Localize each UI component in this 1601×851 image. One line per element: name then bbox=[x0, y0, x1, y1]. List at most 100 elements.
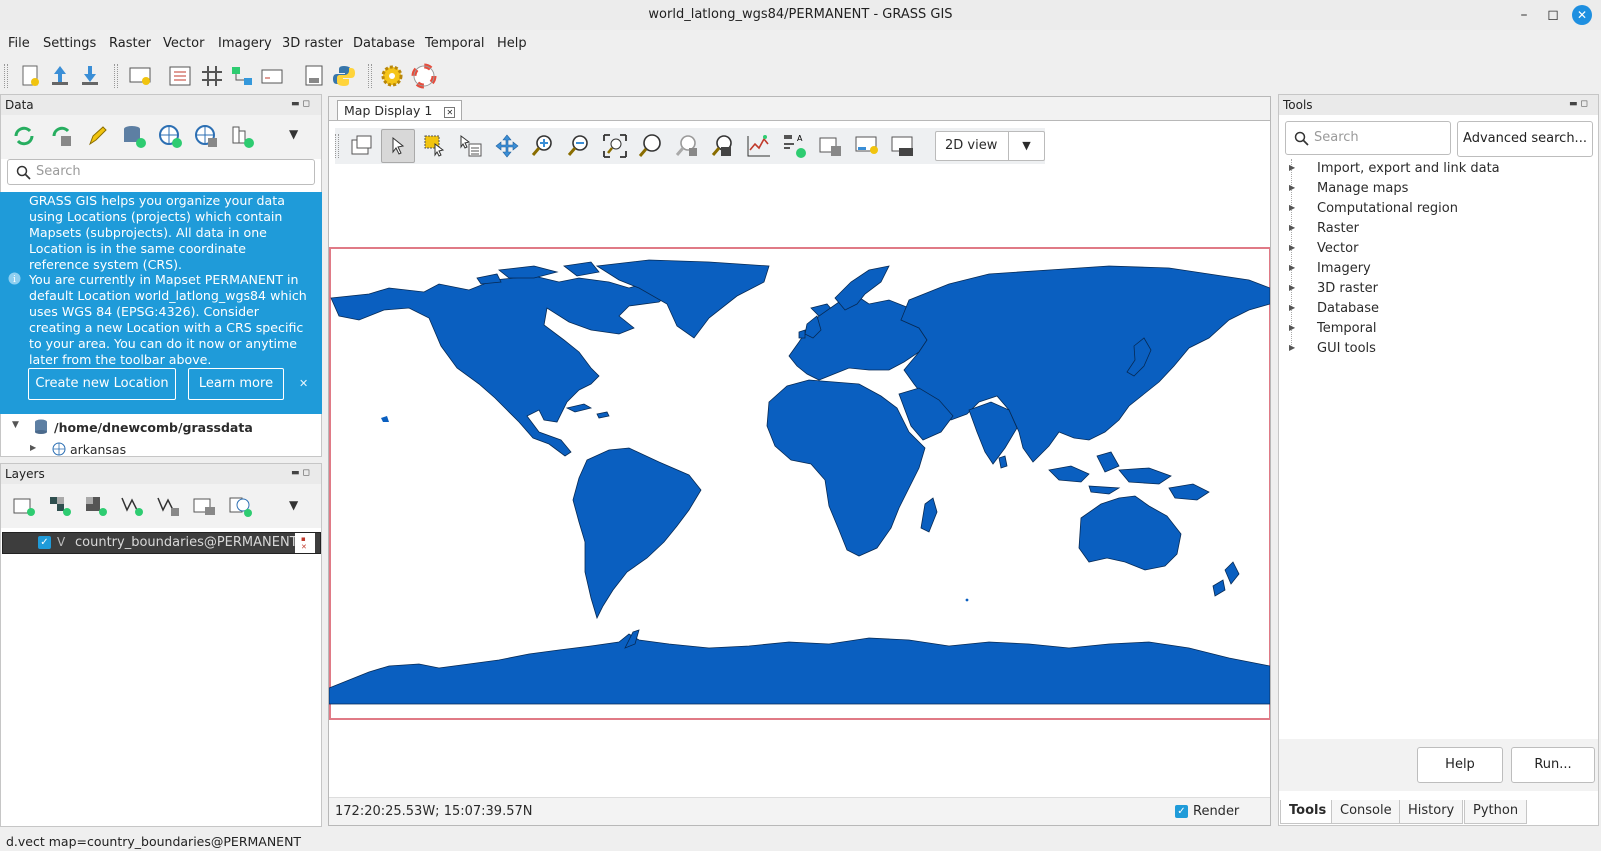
add-vector-icon[interactable] bbox=[119, 494, 145, 518]
dismiss-info-close-icon[interactable]: ✕ bbox=[299, 376, 308, 392]
analyze-map-icon[interactable] bbox=[745, 132, 773, 160]
tree-root-path[interactable]: /home/dnewcomb/grassdata bbox=[54, 420, 253, 435]
menu-3d-raster[interactable]: 3D raster bbox=[282, 36, 343, 51]
zoom-out-icon[interactable] bbox=[565, 132, 593, 160]
print-display-icon[interactable] bbox=[853, 132, 881, 160]
create-location-icon[interactable] bbox=[157, 123, 183, 149]
dock-controls[interactable]: ▬ ◻ bbox=[1569, 99, 1588, 109]
render-checkbox[interactable]: ✓ bbox=[1175, 805, 1188, 818]
tool-category-item[interactable]: ▶ Import, export and link data bbox=[1287, 161, 1587, 181]
tool-category-item[interactable]: ▶ Temporal bbox=[1287, 321, 1587, 341]
tab-python[interactable]: Python bbox=[1464, 800, 1528, 824]
more-menu-chevron-icon[interactable]: ▼ bbox=[289, 498, 298, 512]
menu-raster[interactable]: Raster bbox=[109, 36, 151, 51]
reload-icon[interactable] bbox=[11, 123, 37, 149]
tab-console[interactable]: Console bbox=[1331, 800, 1401, 824]
tools-search-input[interactable]: Search bbox=[1285, 121, 1451, 155]
layer-properties-icon[interactable]: ▪ ✕ bbox=[295, 533, 315, 553]
tab-map-display-1[interactable]: Map Display 1 ✕ bbox=[337, 100, 463, 120]
graphical-modeler-icon[interactable] bbox=[228, 62, 256, 90]
learn-more-button[interactable]: Learn more bbox=[188, 368, 284, 400]
tool-category-item[interactable]: ▶ GUI tools bbox=[1287, 341, 1587, 361]
collapse-arrow-icon[interactable]: ▶ bbox=[30, 443, 36, 452]
data-search-input[interactable]: Search bbox=[7, 159, 315, 185]
menu-temporal[interactable]: Temporal bbox=[425, 36, 485, 51]
tool-category-label: GUI tools bbox=[1317, 341, 1376, 356]
save-workspace-icon[interactable] bbox=[76, 62, 104, 90]
add-web-service-icon[interactable] bbox=[227, 494, 253, 518]
layer-row[interactable]: ✓ V country_boundaries@PERMANENT ▪ ✕ bbox=[2, 532, 321, 554]
add-raster-icon[interactable] bbox=[47, 494, 73, 518]
menu-help[interactable]: Help bbox=[497, 36, 527, 51]
tab-tools[interactable]: Tools bbox=[1280, 800, 1336, 824]
tool-category-item[interactable]: ▶ 3D raster bbox=[1287, 281, 1587, 301]
save-display-icon[interactable] bbox=[817, 132, 845, 160]
add-map-layers-icon[interactable] bbox=[11, 494, 37, 518]
layer-name[interactable]: country_boundaries@PERMANENT bbox=[75, 535, 298, 550]
create-new-location-button[interactable]: Create new Location bbox=[28, 368, 176, 400]
settings-gear-icon[interactable] bbox=[378, 62, 406, 90]
new-workspace-icon[interactable] bbox=[16, 62, 44, 90]
grid-icon[interactable] bbox=[198, 62, 226, 90]
advanced-search-button[interactable]: Advanced search... bbox=[1457, 121, 1593, 157]
last-command-text: d.vect map=country_boundaries@PERMANENT bbox=[6, 834, 302, 849]
chevron-down-icon[interactable]: ▼ bbox=[1008, 132, 1044, 160]
more-menu-chevron-icon[interactable]: ▼ bbox=[289, 127, 298, 141]
dock-controls[interactable]: ▬ ◻ bbox=[291, 468, 310, 478]
add-raster-misc-icon[interactable] bbox=[83, 494, 109, 518]
new-map-display-icon[interactable] bbox=[126, 62, 154, 90]
minimize-button[interactable]: – bbox=[1514, 5, 1534, 25]
map-tab-bar bbox=[328, 96, 1271, 120]
render-map-icon[interactable] bbox=[347, 132, 375, 160]
pointer-tool-active[interactable] bbox=[381, 129, 415, 163]
dock-controls[interactable]: ▬ ◻ bbox=[291, 99, 310, 109]
tool-category-item[interactable]: ▶ Database bbox=[1287, 301, 1587, 321]
close-button[interactable]: ✕ bbox=[1572, 5, 1592, 25]
tab-history[interactable]: History bbox=[1399, 800, 1464, 824]
zoom-options-icon[interactable] bbox=[709, 132, 737, 160]
run-button[interactable]: Run... bbox=[1511, 747, 1595, 783]
menu-settings[interactable]: Settings bbox=[43, 36, 96, 51]
menu-vector[interactable]: Vector bbox=[163, 36, 204, 51]
map-decorations-icon[interactable]: A bbox=[781, 132, 809, 160]
python-icon[interactable] bbox=[330, 62, 358, 90]
zoom-back-icon[interactable] bbox=[673, 132, 701, 160]
tool-category-item[interactable]: ▶ Raster bbox=[1287, 221, 1587, 241]
tool-category-item[interactable]: ▶ Computational region bbox=[1287, 201, 1587, 221]
georectifier-icon[interactable] bbox=[166, 62, 194, 90]
switch-display-icon[interactable] bbox=[889, 132, 917, 160]
help-lifebuoy-icon[interactable] bbox=[410, 62, 438, 90]
zoom-region-icon[interactable] bbox=[637, 132, 665, 160]
create-database-icon[interactable] bbox=[121, 123, 147, 149]
edit-pencil-icon[interactable] bbox=[85, 123, 111, 149]
add-vector-misc-icon[interactable] bbox=[155, 494, 181, 518]
help-button[interactable]: Help bbox=[1417, 747, 1503, 783]
map-canvas[interactable] bbox=[329, 170, 1270, 796]
tree-location-arkansas[interactable]: arkansas bbox=[70, 442, 126, 457]
maximize-button[interactable]: ◻ bbox=[1543, 5, 1563, 25]
menu-database[interactable]: Database bbox=[353, 36, 415, 51]
download-location-icon[interactable] bbox=[193, 123, 219, 149]
database-icon bbox=[35, 419, 47, 434]
menu-imagery[interactable]: Imagery bbox=[218, 36, 272, 51]
menu-file[interactable]: File bbox=[8, 36, 30, 51]
expand-arrow-icon: ▶ bbox=[1289, 263, 1296, 272]
expand-arrow-icon[interactable]: ▼ bbox=[12, 420, 19, 430]
zoom-in-icon[interactable] bbox=[529, 132, 557, 160]
query-raster-vector-icon[interactable] bbox=[457, 132, 485, 160]
layer-visibility-checkbox[interactable]: ✓ bbox=[38, 536, 51, 549]
create-mapset-icon[interactable] bbox=[229, 123, 255, 149]
open-workspace-icon[interactable] bbox=[46, 62, 74, 90]
tool-category-item[interactable]: ▶ Imagery bbox=[1287, 261, 1587, 281]
tool-category-item[interactable]: ▶ Manage maps bbox=[1287, 181, 1587, 201]
reload-mapset-icon[interactable] bbox=[49, 123, 75, 149]
cartographic-composer-icon[interactable] bbox=[258, 62, 286, 90]
pan-icon[interactable] bbox=[493, 132, 521, 160]
close-tab-icon[interactable]: ✕ bbox=[444, 107, 456, 118]
launch-script-icon[interactable] bbox=[300, 62, 328, 90]
tool-category-item[interactable]: ▶ Vector bbox=[1287, 241, 1587, 261]
zoom-extent-icon[interactable] bbox=[601, 132, 629, 160]
view-mode-select[interactable]: 2D view ▼ bbox=[935, 131, 1045, 161]
add-overlay-icon[interactable] bbox=[191, 494, 217, 518]
select-features-icon[interactable] bbox=[421, 132, 449, 160]
